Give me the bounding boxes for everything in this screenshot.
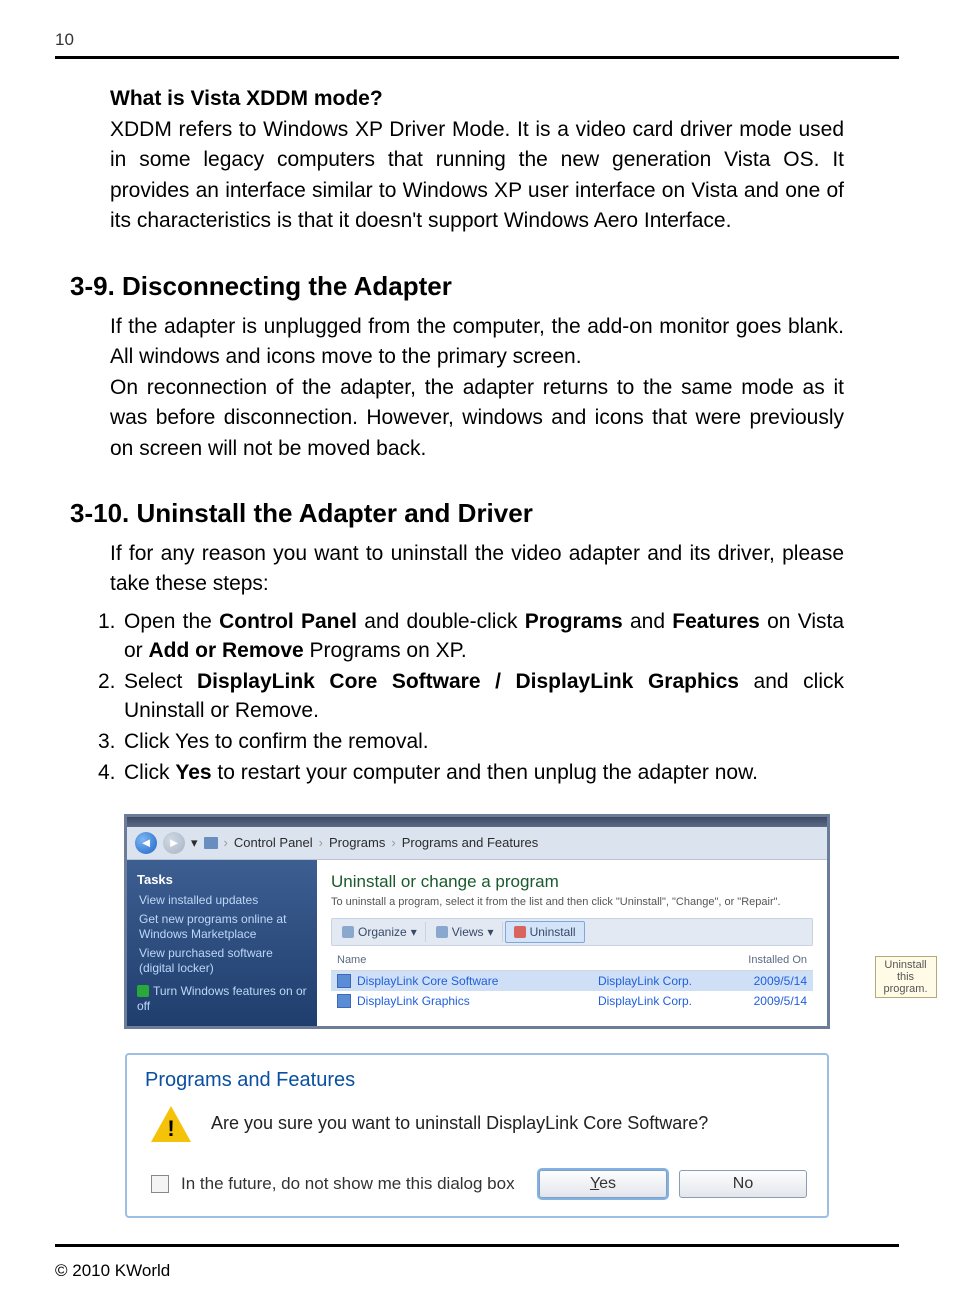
back-button-icon[interactable]: ◄ (135, 832, 157, 854)
crumb-programs-features[interactable]: Programs and Features (402, 835, 539, 850)
sec-3-9-p2: On reconnection of the adapter, the adap… (110, 373, 844, 464)
folder-icon (204, 837, 218, 849)
sec-3-9-p1: If the adapter is unplugged from the com… (110, 312, 844, 373)
no-button[interactable]: No (679, 1170, 807, 1198)
address-bar: ◄ ► ▾ › Control Panel › Programs › Progr… (127, 827, 827, 860)
step-3: 3. Click Yes to confirm the removal. (98, 728, 844, 757)
main-pane: Uninstall or change a program To uninsta… (317, 860, 827, 1026)
top-rule (55, 56, 899, 59)
sidebar-link-updates[interactable]: View installed updates (139, 893, 307, 908)
vista-xddm-heading: What is Vista XDDM mode? (110, 87, 844, 111)
confirm-uninstall-dialog: Programs and Features ! Are you sure you… (125, 1053, 829, 1218)
sidebar-link-digital-locker[interactable]: View purchased software (digital locker) (139, 946, 307, 976)
tasks-heading: Tasks (137, 872, 307, 887)
views-icon (436, 926, 448, 938)
step-1-num: 1. (98, 608, 120, 666)
uninstall-steps: 1. Open the Control Panel and double-cli… (98, 608, 844, 788)
tasks-sidebar: Tasks View installed updates Get new pro… (127, 860, 317, 1026)
table-row[interactable]: DisplayLink Graphics DisplayLink Corp. 2… (331, 991, 813, 1011)
col-name[interactable]: Name (337, 954, 537, 966)
app-icon (337, 994, 351, 1008)
breadcrumb-dropdown-icon[interactable]: ▾ (191, 835, 198, 851)
toolbar: Organize ▾ Views ▾ Uninstall (331, 918, 813, 946)
table-header: Name Uninstall this program. Installed O… (331, 950, 813, 971)
programs-features-window-screenshot: ◄ ► ▾ › Control Panel › Programs › Progr… (124, 814, 830, 1029)
dont-show-checkbox[interactable] (151, 1175, 169, 1193)
views-button[interactable]: Views ▾ (428, 922, 503, 942)
col-installed-on[interactable]: Installed On (732, 954, 807, 966)
dialog-title: Programs and Features (127, 1055, 827, 1098)
dont-show-label: In the future, do not show me this dialo… (181, 1174, 515, 1194)
warning-icon: ! (151, 1106, 191, 1142)
sec-3-9-heading: 3-9. Disconnecting the Adapter (70, 271, 844, 302)
copyright: © 2010 KWorld (55, 1261, 899, 1281)
pane-title: Uninstall or change a program (331, 872, 813, 892)
step-4: 4. Click Yes to restart your computer an… (98, 759, 844, 788)
sec-3-10-intro: If for any reason you want to uninstall … (110, 539, 844, 600)
sidebar-link-marketplace[interactable]: Get new programs online at Windows Marke… (139, 912, 307, 942)
step-4-num: 4. (98, 759, 120, 788)
window-titlebar (127, 817, 827, 827)
crumb-programs[interactable]: Programs (329, 835, 385, 850)
step-2: 2. Select DisplayLink Core Software / Di… (98, 668, 844, 726)
step-2-num: 2. (98, 668, 120, 726)
organize-icon (342, 926, 354, 938)
shield-icon (137, 985, 149, 997)
dialog-message: Are you sure you want to uninstall Displ… (211, 1113, 708, 1134)
page-number: 10 (55, 30, 899, 50)
uninstall-icon (514, 926, 526, 938)
vista-xddm-body: XDDM refers to Windows XP Driver Mode. I… (110, 115, 844, 237)
bottom-rule (55, 1244, 899, 1247)
sidebar-link-windows-features[interactable]: Turn Windows features on or off (137, 984, 307, 1013)
table-row[interactable]: DisplayLink Core Software DisplayLink Co… (331, 971, 813, 991)
pane-subtitle: To uninstall a program, select it from t… (331, 896, 813, 908)
crumb-control-panel[interactable]: Control Panel (234, 835, 313, 850)
yes-button[interactable]: Yes (539, 1170, 667, 1198)
app-icon (337, 974, 351, 988)
uninstall-tooltip: Uninstall this program. (875, 956, 937, 998)
organize-button[interactable]: Organize ▾ (334, 922, 426, 942)
forward-button-icon[interactable]: ► (163, 832, 185, 854)
sec-3-10-heading: 3-10. Uninstall the Adapter and Driver (70, 498, 844, 529)
step-3-num: 3. (98, 728, 120, 757)
step-1: 1. Open the Control Panel and double-cli… (98, 608, 844, 666)
uninstall-button[interactable]: Uninstall (505, 921, 585, 943)
